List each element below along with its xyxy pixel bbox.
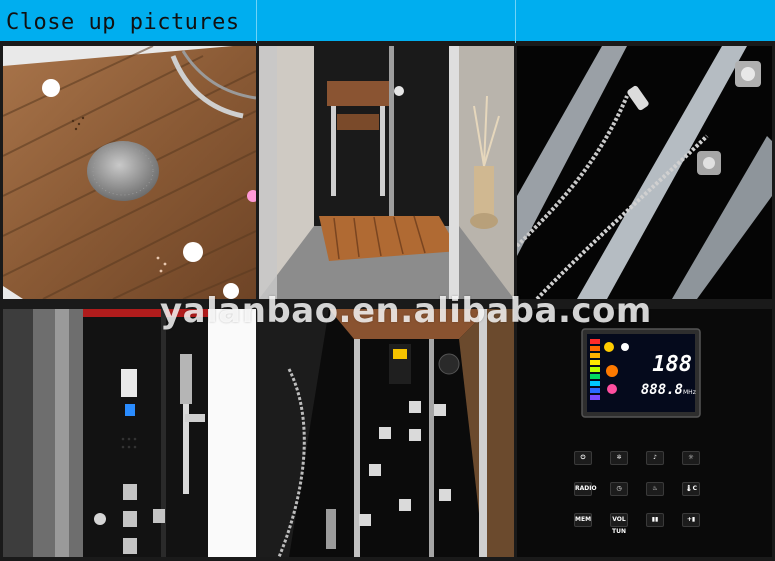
fan-button[interactable]: ✲: [610, 451, 628, 465]
control-buttons: ⏻ ✲ ♪ ☼ RADIO ◷ ♨ 🌡C MEM VOL TUN ▮▮ +▮: [574, 451, 714, 535]
music-button[interactable]: ♪: [646, 451, 664, 465]
photo-stool-cabin-image: [259, 46, 514, 299]
radio-button[interactable]: RADIO: [574, 482, 597, 496]
watermark: yalanbao.en.alibaba.com: [160, 291, 652, 331]
light-button[interactable]: ☼: [682, 451, 700, 465]
photo-interior-jets-image: [259, 309, 514, 557]
photo-wooden-ceiling: [3, 46, 256, 299]
page-header: Close up pictures: [0, 0, 775, 43]
steam-button[interactable]: ♨: [646, 482, 664, 496]
page-title: Close up pictures: [6, 10, 240, 35]
photo-stool-cabin: [259, 46, 514, 299]
header-divider: [515, 0, 516, 43]
header-divider: [256, 0, 257, 43]
temperature-button[interactable]: 🌡C: [682, 482, 700, 496]
level-down-button[interactable]: ▮▮: [646, 513, 664, 527]
photo-grid: 188 888.8 MHz ⏻ ✲ ♪ ☼ RADIO ◷ ♨ 🌡C MEM V…: [0, 43, 775, 561]
photo-panel-side: [3, 309, 256, 557]
level-up-button[interactable]: +▮: [682, 513, 700, 527]
power-button[interactable]: ⏻: [574, 451, 592, 465]
photo-control-panel: 188 888.8 MHz ⏻ ✲ ♪ ☼ RADIO ◷ ♨ 🌡C MEM V…: [517, 309, 772, 557]
photo-wooden-ceiling-image: [3, 46, 256, 299]
timer-button[interactable]: ◷: [610, 482, 628, 496]
volume-tune-button[interactable]: VOL TUN: [610, 513, 628, 535]
photo-hose-jets: [517, 46, 772, 299]
photo-panel-side-image: [3, 309, 256, 557]
lcd-frequency-readout: 888.8: [640, 382, 683, 398]
lcd-frequency-unit: MHz: [683, 389, 696, 396]
photo-interior-jets: [259, 309, 514, 557]
lcd-main-readout: 188: [652, 352, 692, 377]
photo-hose-jets-image: [517, 46, 772, 299]
memory-button[interactable]: MEM: [574, 513, 592, 527]
